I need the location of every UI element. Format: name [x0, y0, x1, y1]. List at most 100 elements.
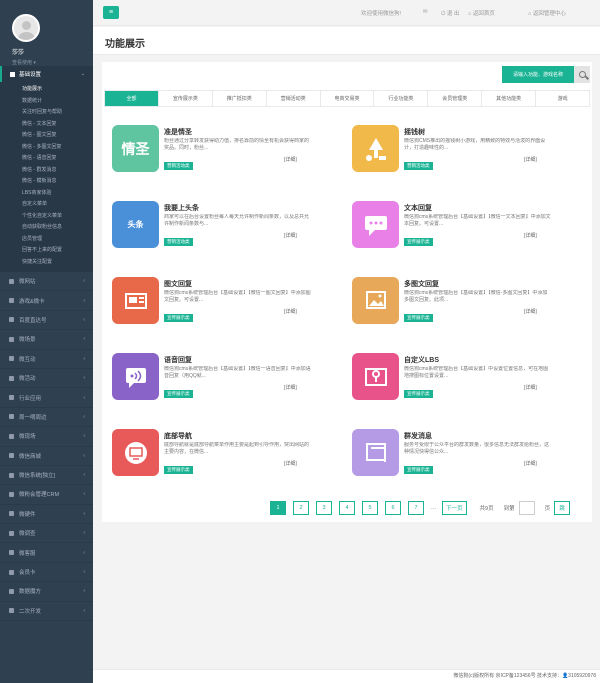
feature-card[interactable]: 情圣 准是情圣 粉丝通过分享转发获得助力值，排名靠前的情圣有机会获得商家的奖品。同时… [106, 125, 331, 187]
menu-toggle-button[interactable]: ≡ [103, 6, 119, 19]
page-button[interactable]: 6 [385, 500, 401, 515]
home-link[interactable]: ⌂ 返回首页 [468, 9, 495, 17]
tab[interactable]: 营销活动类 [266, 91, 321, 106]
sidebar-item[interactable]: 微网站 ‹ [0, 272, 93, 292]
message-icon[interactable] [352, 429, 399, 476]
feature-card[interactable]: 头条 我要上头条 商家可以在后台设置粉丝每人每天允许制作新闻条数，以及总共允许制作新… [106, 201, 331, 263]
sidebar-item[interactable]: 游戏&微卡 ‹ [0, 291, 93, 311]
next-page-button[interactable]: 下一页 [442, 500, 467, 515]
sidebar-subitem[interactable]: 微信 - 多图文回复 [0, 142, 93, 154]
tab[interactable]: 游戏 [536, 91, 590, 106]
sidebar-subitem[interactable]: 自定义菜单 [0, 199, 93, 211]
card-title[interactable]: 语音回复 [164, 355, 192, 365]
location-icon[interactable] [352, 353, 399, 400]
page-button[interactable]: 1 [270, 500, 286, 515]
card-title[interactable]: 自定义LBS [404, 355, 439, 365]
sidebar-subitem[interactable]: 微信 - 语音回复 [0, 153, 93, 165]
card-title[interactable]: 文本回复 [404, 203, 432, 213]
sidebar-item[interactable]: 微现场 ‹ [0, 427, 93, 447]
profile-role-dropdown[interactable]: 查看使用 ▾ [12, 59, 93, 66]
card-detail-link[interactable]: [详细] [524, 384, 537, 391]
monitor-icon[interactable] [112, 429, 159, 476]
card-title[interactable]: 我要上头条 [164, 203, 199, 213]
tab[interactable]: 会员管理类 [428, 91, 483, 106]
page-button[interactable]: 7 [408, 500, 424, 515]
sidebar-item[interactable]: 二次开发 ‹ [0, 602, 93, 622]
sidebar-item[interactable]: 微互动 ‹ [0, 350, 93, 369]
qingsheng-icon[interactable]: 情圣 [112, 125, 159, 172]
sidebar-subitem[interactable]: 回答不上来的配置 [0, 245, 93, 257]
card-title[interactable]: 多图文回复 [404, 279, 439, 289]
sidebar-item[interactable]: 会员卡 ‹ [0, 563, 93, 583]
admin-link[interactable]: ⌂ 返回管理中心 [528, 9, 566, 17]
tab[interactable]: 电商交易类 [320, 91, 375, 106]
card-title[interactable]: 准是情圣 [164, 127, 192, 137]
sidebar-item[interactable]: 数据魔方 ‹ [0, 582, 93, 602]
news-icon[interactable] [112, 277, 159, 324]
feature-card[interactable]: 图文回复 微信狗cms系统管理后台【基础设置】【微信一图文回复】中添加图文回复。可… [106, 277, 331, 339]
sidebar-subitem[interactable]: 店员管理 [0, 234, 93, 246]
card-title[interactable]: 摇钱树 [404, 127, 425, 137]
sidebar-item[interactable]: 百度直达号 ‹ [0, 311, 93, 331]
sidebar-subitem[interactable]: 微信 - 群发消息 [0, 165, 93, 177]
sidebar-subitem[interactable]: 自动获取粉丝信息 [0, 222, 93, 234]
feature-card[interactable]: 自定义LBS 微信狗cms系统管理后台【基础设置】中设置位置信息，可在地图地搜图标… [346, 353, 571, 415]
page-button[interactable]: 3 [316, 500, 332, 515]
sidebar-subitem[interactable]: 微信 - 图文回复 [0, 130, 93, 142]
pager-go-button[interactable]: 跳 [554, 500, 571, 515]
card-title[interactable]: 群发消息 [404, 431, 432, 441]
card-title[interactable]: 底部导航 [164, 431, 192, 441]
sidebar-item[interactable]: 微硬件 ‹ [0, 505, 93, 525]
card-detail-link[interactable]: [详细] [284, 156, 297, 163]
voice-icon[interactable] [112, 353, 159, 400]
feature-card[interactable]: 底部导航 底部导航就是底部导航菜单作用主要是起到引导作用，突出网站的主要内容，在微… [106, 429, 331, 491]
sidebar-item[interactable]: 微粉会管理CRM ‹ [0, 485, 93, 505]
sidebar-subitem[interactable]: 微信 - 模板消息 [0, 176, 93, 188]
tab[interactable]: 推广抵扣类 [212, 91, 267, 106]
page-number-input[interactable] [518, 500, 535, 515]
tab[interactable]: 其他功能类 [482, 91, 537, 106]
tab[interactable]: 宣传展示类 [158, 91, 213, 106]
feature-card[interactable]: 群发消息 服务号受限于公众平台的群发数量，很多信息无法群发给粉丝，这种情况快得信公… [346, 429, 571, 491]
gallery-icon[interactable] [352, 277, 399, 324]
feature-card[interactable]: 语音回复 微信狗cms系统管理后台【基础设置】【微信一语音回复】中添加语音回复（用… [106, 353, 331, 415]
feature-card[interactable]: 多图文回复 微信狗cms系统管理后台【基础设置】【微信-多图文回复】中添加多图文回… [346, 277, 571, 339]
sidebar-item[interactable]: 微客服 ‹ [0, 543, 93, 563]
feature-card[interactable]: 文本回复 微信狗cms系统管理后台【基础设置】【微信一文本回复】中添加文本回复。可… [346, 201, 571, 263]
sidebar-subitem[interactable]: 关注时回复与帮助 [0, 107, 93, 119]
sidebar-item[interactable]: 微信商城 ‹ [0, 447, 93, 466]
page-button[interactable]: 4 [339, 500, 355, 515]
money-tree-icon[interactable] [352, 125, 399, 172]
card-detail-link[interactable]: [详细] [284, 384, 297, 391]
sidebar-subitem[interactable]: 快捷关注配置 [0, 257, 93, 269]
card-detail-link[interactable]: [详细] [524, 308, 537, 315]
chat-bubble-icon[interactable] [352, 201, 399, 248]
card-detail-link[interactable]: [详细] [284, 460, 297, 467]
search-input[interactable]: 请输入功能、游戏名称 [502, 66, 574, 83]
page-button[interactable]: 5 [362, 500, 378, 515]
tab[interactable]: 全部 [105, 91, 159, 106]
card-title[interactable]: 图文回复 [164, 279, 192, 289]
tab[interactable]: 行业功能类 [374, 91, 429, 106]
logout-link[interactable]: ⏻ 退 出 [441, 9, 459, 18]
sidebar-item[interactable]: 周一嘀周边 ‹ [0, 408, 93, 428]
sidebar-item[interactable]: 微调查 ‹ [0, 524, 93, 544]
card-detail-link[interactable]: [详细] [524, 460, 537, 467]
headline-tag-icon[interactable]: 头条 [112, 201, 159, 248]
page-button[interactable]: 2 [293, 500, 309, 515]
card-detail-link[interactable]: [详细] [524, 232, 537, 239]
sidebar-item[interactable]: 微活动 ‹ [0, 369, 93, 389]
sidebar-item[interactable]: 行业应用 ‹ [0, 388, 93, 408]
sidebar-item[interactable]: 微场景 ‹ [0, 330, 93, 350]
mail-icon[interactable]: ✉ [423, 9, 428, 15]
sidebar-item[interactable]: 微信系统[独立] ‹ [0, 466, 93, 486]
sidebar-subitem[interactable]: 数据统计 [0, 96, 93, 108]
card-detail-link[interactable]: [详细] [284, 308, 297, 315]
card-detail-link[interactable]: [详细] [284, 232, 297, 239]
sidebar-subitem[interactable]: 功能展示 [0, 84, 93, 96]
sidebar-group-basic-settings[interactable]: 基础设置 ⌄ [0, 66, 93, 82]
sidebar-subitem[interactable]: 微信 - 文本回复 [0, 119, 93, 131]
sidebar-subitem[interactable]: 个性化自定义菜单 [0, 211, 93, 223]
sidebar-subitem[interactable]: LBS商家体验 [0, 188, 93, 200]
avatar[interactable] [12, 14, 40, 42]
